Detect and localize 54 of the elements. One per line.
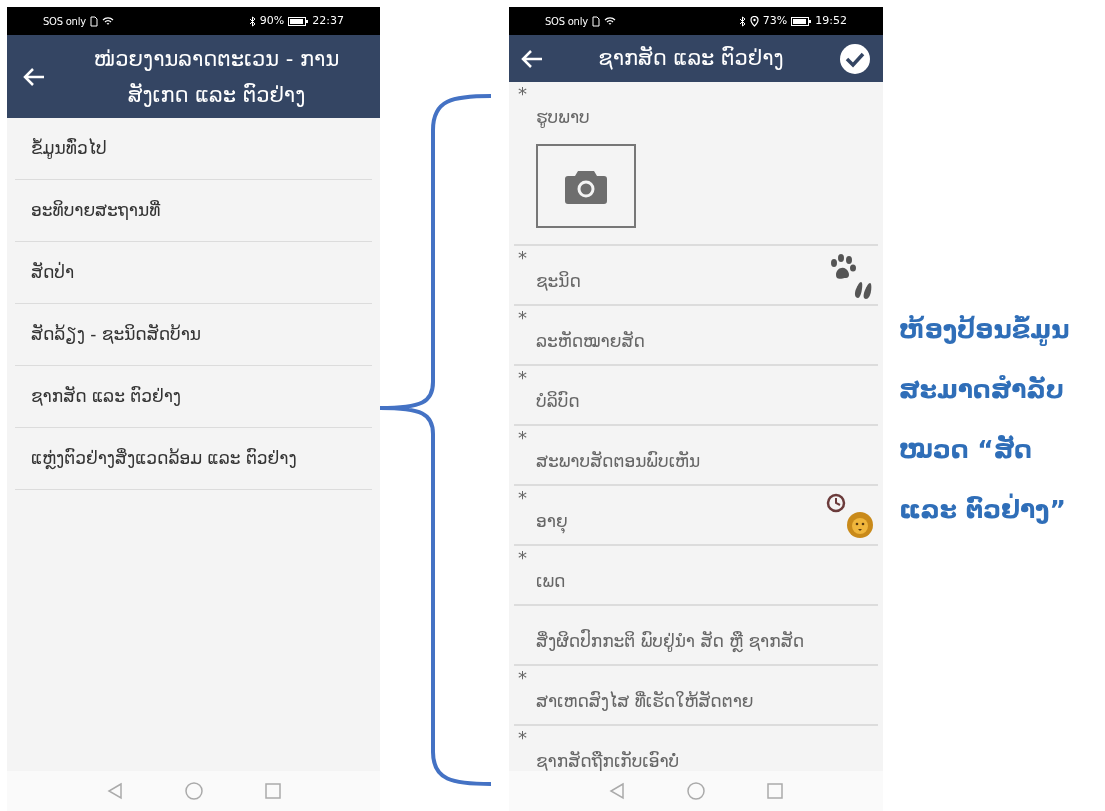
location-icon — [749, 15, 759, 27]
field-label[interactable]: ຊະນິດ — [518, 266, 826, 304]
confirm-check-icon[interactable] — [839, 42, 871, 75]
wifi-icon — [101, 16, 114, 26]
home-nav-icon[interactable] — [184, 782, 203, 800]
field-label[interactable]: ສະພາບສັດຕອນພົບເຫັນ — [518, 446, 874, 484]
field-label[interactable]: ຮູບພາບ — [518, 102, 874, 140]
menu-item[interactable]: ຂໍ້ມູນທົ່ວໄປ — [15, 118, 372, 180]
battery-percent: 90% — [259, 12, 285, 29]
clock-time: 19:52 — [815, 12, 847, 29]
network-status: SOS only — [43, 14, 86, 29]
clock-time: 22:37 — [312, 12, 344, 29]
home-nav-icon[interactable] — [687, 782, 705, 800]
menu-item[interactable]: ຊາກສັດ ແລະ ຕົວຢ່າງ — [15, 366, 372, 428]
required-asterisk: * — [518, 427, 527, 448]
required-asterisk: * — [518, 83, 527, 104]
required-asterisk: * — [518, 727, 527, 748]
field-label[interactable]: ຊາກສັດຖືກເກັບເອົາບໍ່ — [518, 746, 874, 771]
back-nav-icon[interactable] — [609, 782, 625, 800]
screen-title: ໜ່ວຍງານລາດຕະເວນ - ການສັງເກດ ແລະ ຕົວຢ່າງ — [92, 45, 341, 109]
menu-item[interactable]: ສັດປ່າ — [15, 242, 372, 304]
back-arrow-icon[interactable] — [23, 66, 45, 87]
battery-icon — [791, 16, 812, 26]
required-asterisk: * — [518, 367, 527, 388]
clock-and-lion-icon — [826, 493, 874, 541]
menu-item[interactable]: ອະທິບາຍສະຖານທີ່ — [15, 180, 372, 242]
screen-title: ຊາກສັດ ແລະ ຕົວຢ່າງ — [597, 44, 785, 72]
photo-upload-button[interactable] — [536, 144, 636, 228]
recents-nav-icon[interactable] — [264, 783, 281, 799]
wifi-icon — [603, 16, 616, 26]
network-status: SOS only — [545, 14, 588, 29]
battery-percent: 73% — [762, 12, 788, 29]
annotation-text: ຫ້ອງປ້ອນຂໍ້ມູນ ສະມາດສຳລັບ ໝວດ “ສັດ ແລະ ຕົວຢ່າງ” — [899, 314, 1071, 526]
required-asterisk: * — [518, 487, 527, 508]
bluetooth-icon — [248, 15, 256, 27]
field-label[interactable]: ເພດ — [518, 566, 874, 604]
field-label[interactable]: ອາຍຸ — [518, 506, 826, 544]
sim-icon — [591, 15, 600, 27]
field-label[interactable]: ລະຫັດໝາຍສັດ — [518, 326, 874, 364]
recents-nav-icon[interactable] — [767, 783, 783, 799]
bluetooth-icon — [738, 15, 746, 27]
required-asterisk: * — [518, 547, 527, 568]
battery-icon — [288, 16, 309, 26]
menu-item[interactable]: ສັດລ້ຽງ - ຊະນິດສັດບ້ານ — [15, 304, 372, 366]
field-label[interactable]: ສິ່ງຜິດປົກກະຕິ ພົບຢູ່ນຳ ສັດ ຫຼື ຊາກສັດ — [518, 626, 874, 664]
back-arrow-icon[interactable] — [521, 48, 543, 69]
required-asterisk: * — [518, 247, 527, 268]
field-label[interactable]: ບໍລິບົດ — [518, 386, 874, 424]
menu-item[interactable]: ແຫຼ່ງຕົວຢ່າງສິ່ງແວດລ້ອມ ແລະ ຕົວຢ່າງ — [15, 428, 372, 490]
back-nav-icon[interactable] — [106, 782, 123, 800]
required-asterisk: * — [518, 307, 527, 328]
field-label[interactable]: ສາເຫດສົງໄສ ທີ່ເຮັດໃຫ້ສັດຕາຍ — [518, 686, 874, 724]
sim-icon — [89, 15, 98, 27]
required-asterisk: * — [518, 667, 527, 688]
